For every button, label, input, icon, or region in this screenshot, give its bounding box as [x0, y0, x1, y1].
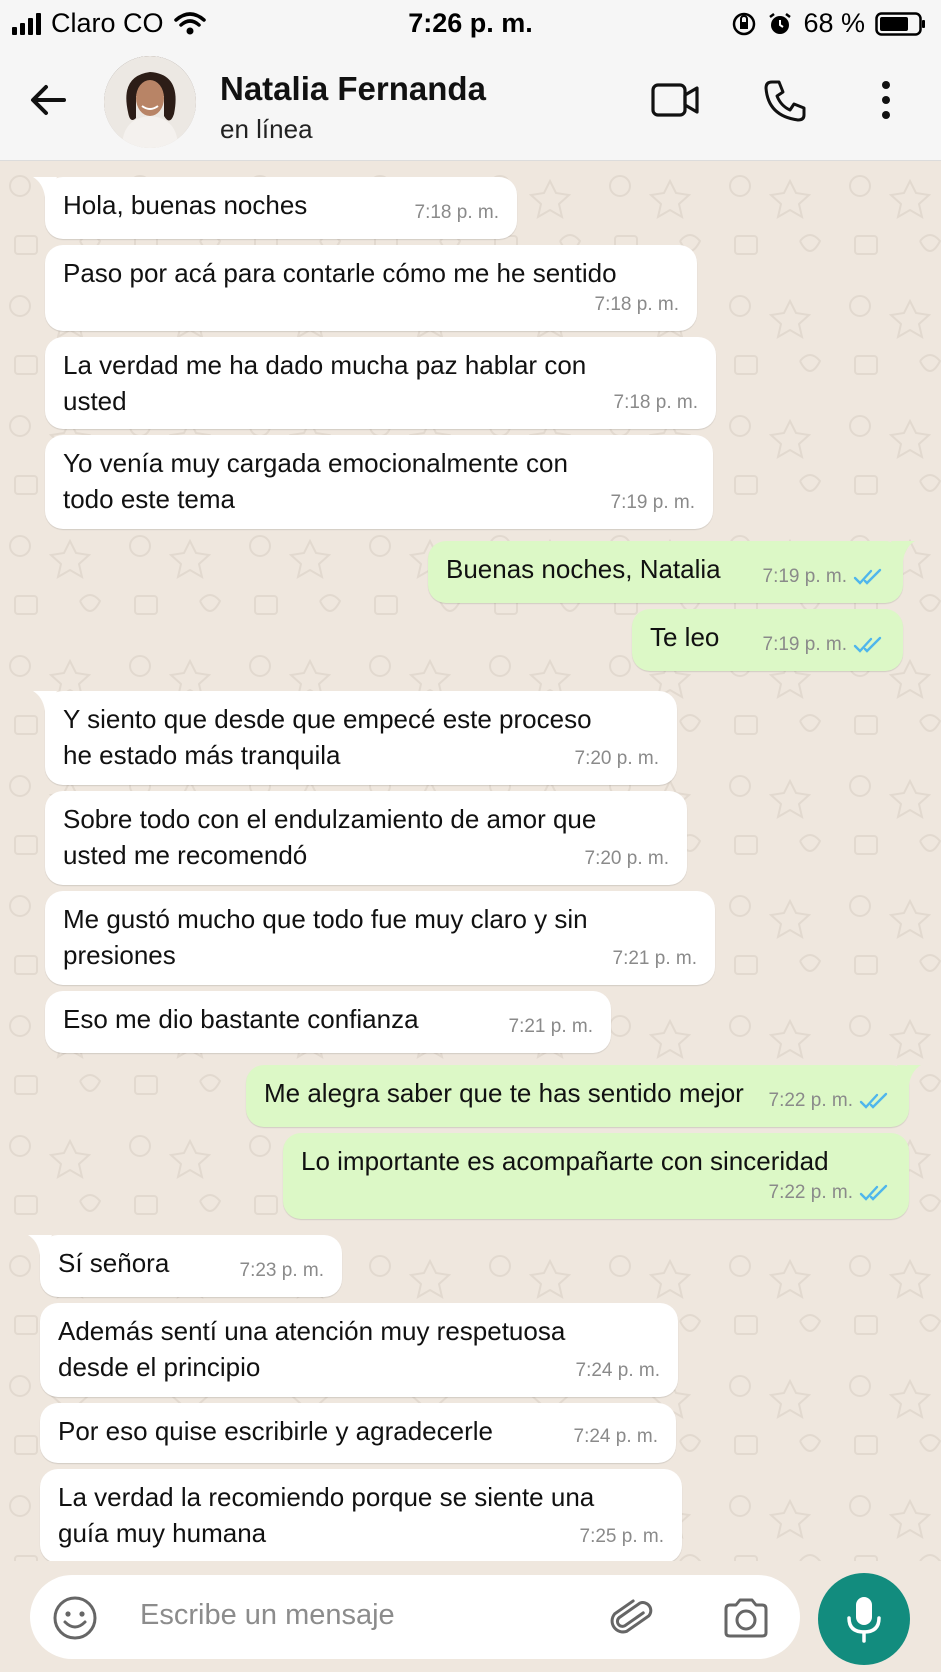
- bubble-tail: [897, 1065, 921, 1085]
- message-time: 7:24 p. m.: [575, 1360, 661, 1381]
- bubble-tail: [33, 691, 57, 711]
- message-time: 7:18 p. m.: [594, 294, 680, 315]
- microphone-icon: [847, 1597, 881, 1643]
- message-text: Paso por acá para contarle cómo me he se…: [63, 258, 617, 288]
- message-text: La verdad me ha dado mucha paz hablar co…: [63, 350, 587, 416]
- message-bubble-outgoing[interactable]: Buenas noches, Natalia 7:19 p. m.: [428, 541, 915, 603]
- message-time-row: 7:22 p. m.: [769, 1083, 892, 1119]
- voice-record-button[interactable]: [818, 1573, 910, 1665]
- message-bubble-incoming[interactable]: Y siento que desde que empecé este proce…: [33, 691, 677, 785]
- message-text: Lo importante es acompañarte con sinceri…: [301, 1146, 829, 1176]
- message-bubble-incoming[interactable]: Además sentí una atención muy respetuosa…: [40, 1303, 678, 1397]
- read-receipt-icon: [859, 1092, 888, 1109]
- message-text: Y siento que desde que empecé este proce…: [63, 704, 592, 770]
- message-time: 7:18 p. m.: [414, 202, 500, 223]
- message-text: La verdad la recomiendo porque se siente…: [58, 1482, 595, 1548]
- status-right: 68 %: [731, 8, 927, 39]
- message-bubble-incoming[interactable]: Sobre todo con el endulzamiento de amor …: [45, 791, 687, 885]
- message-bubble-incoming[interactable]: Eso me dio bastante confianza 7:21 p. m.: [45, 991, 611, 1053]
- message-bubble-outgoing[interactable]: Me alegra saber que te has sentido mejor…: [246, 1065, 921, 1127]
- chat-header: Natalia Fernanda en línea: [0, 46, 941, 161]
- orientation-lock-icon: [733, 12, 756, 35]
- message-time-row: 7:19 p. m.: [763, 627, 886, 663]
- read-receipt-icon: [853, 568, 882, 585]
- message-time: 7:25 p. m.: [579, 1526, 665, 1547]
- message-time-row: 7:22 p. m.: [769, 1175, 892, 1211]
- video-call-icon[interactable]: [650, 78, 700, 122]
- contact-status: en línea: [220, 114, 313, 144]
- composer-bar: Escribe un mensaje: [0, 1561, 941, 1672]
- message-time: 7:20 p. m.: [574, 748, 660, 769]
- message-bubble-incoming[interactable]: Paso por acá para contarle cómo me he se…: [45, 245, 697, 331]
- contact-avatar[interactable]: [104, 56, 196, 148]
- message-time: 7:22 p. m.: [768, 1182, 854, 1203]
- bubble-tail: [28, 1235, 52, 1255]
- message-time-row: 7:19 p. m.: [763, 559, 886, 595]
- message-bubble-incoming[interactable]: Me gustó mucho que todo fue muy claro y …: [45, 891, 715, 985]
- message-bubble-incoming[interactable]: Por eso quise escribirle y agradecerle 7…: [40, 1403, 676, 1463]
- bubble-tail: [891, 541, 915, 561]
- more-options-icon[interactable]: [880, 78, 892, 122]
- message-time: 7:20 p. m.: [584, 848, 670, 869]
- message-time: 7:23 p. m.: [239, 1260, 325, 1281]
- alarm-icon: [769, 12, 792, 34]
- message-bubble-outgoing[interactable]: Te leo 7:19 p. m.: [632, 609, 903, 671]
- bubble-tail: [33, 177, 57, 197]
- contact-name[interactable]: Natalia Fernanda: [220, 70, 486, 108]
- message-text: Por eso quise escribirle y agradecerle: [58, 1416, 493, 1446]
- battery-icon: [875, 11, 925, 36]
- read-receipt-icon: [853, 636, 882, 653]
- message-time: 7:18 p. m.: [613, 392, 699, 413]
- message-time: 7:24 p. m.: [573, 1426, 659, 1447]
- status-bar: Claro CO 7:26 p. m. 68 %: [0, 0, 941, 46]
- message-bubble-incoming[interactable]: La verdad la recomiendo porque se siente…: [40, 1469, 682, 1563]
- message-text: Yo venía muy cargada emocionalmente con …: [63, 448, 568, 514]
- message-text: Sobre todo con el endulzamiento de amor …: [63, 804, 597, 870]
- message-time: 7:19 p. m.: [610, 492, 696, 513]
- message-time: 7:19 p. m.: [762, 634, 848, 655]
- message-input[interactable]: Escribe un mensaje: [30, 1575, 800, 1659]
- phone-call-icon[interactable]: [762, 78, 808, 124]
- message-time: 7:21 p. m.: [508, 1016, 594, 1037]
- camera-icon[interactable]: [722, 1597, 770, 1639]
- message-bubble-incoming[interactable]: La verdad me ha dado mucha paz hablar co…: [45, 337, 716, 429]
- message-time: 7:19 p. m.: [762, 566, 848, 587]
- message-bubble-incoming[interactable]: Sí señora 7:23 p. m.: [28, 1235, 342, 1297]
- message-text: Además sentí una atención muy respetuosa…: [58, 1316, 566, 1382]
- message-list[interactable]: Hola, buenas noches 7:18 p. m. Paso por …: [0, 161, 941, 1563]
- battery-percent: 68 %: [803, 8, 865, 38]
- emoji-icon[interactable]: [52, 1595, 98, 1641]
- message-bubble-incoming[interactable]: Hola, buenas noches 7:18 p. m.: [33, 177, 517, 239]
- message-text: Me gustó mucho que todo fue muy claro y …: [63, 904, 588, 970]
- message-time: 7:22 p. m.: [768, 1090, 854, 1111]
- back-arrow-icon[interactable]: [24, 76, 72, 124]
- attach-icon[interactable]: [608, 1595, 656, 1643]
- message-time: 7:21 p. m.: [612, 948, 698, 969]
- message-bubble-outgoing[interactable]: Lo importante es acompañarte con sinceri…: [283, 1133, 909, 1219]
- message-bubble-incoming[interactable]: Yo venía muy cargada emocionalmente con …: [45, 435, 713, 529]
- read-receipt-icon: [859, 1184, 888, 1201]
- message-input-placeholder: Escribe un mensaje: [140, 1599, 395, 1631]
